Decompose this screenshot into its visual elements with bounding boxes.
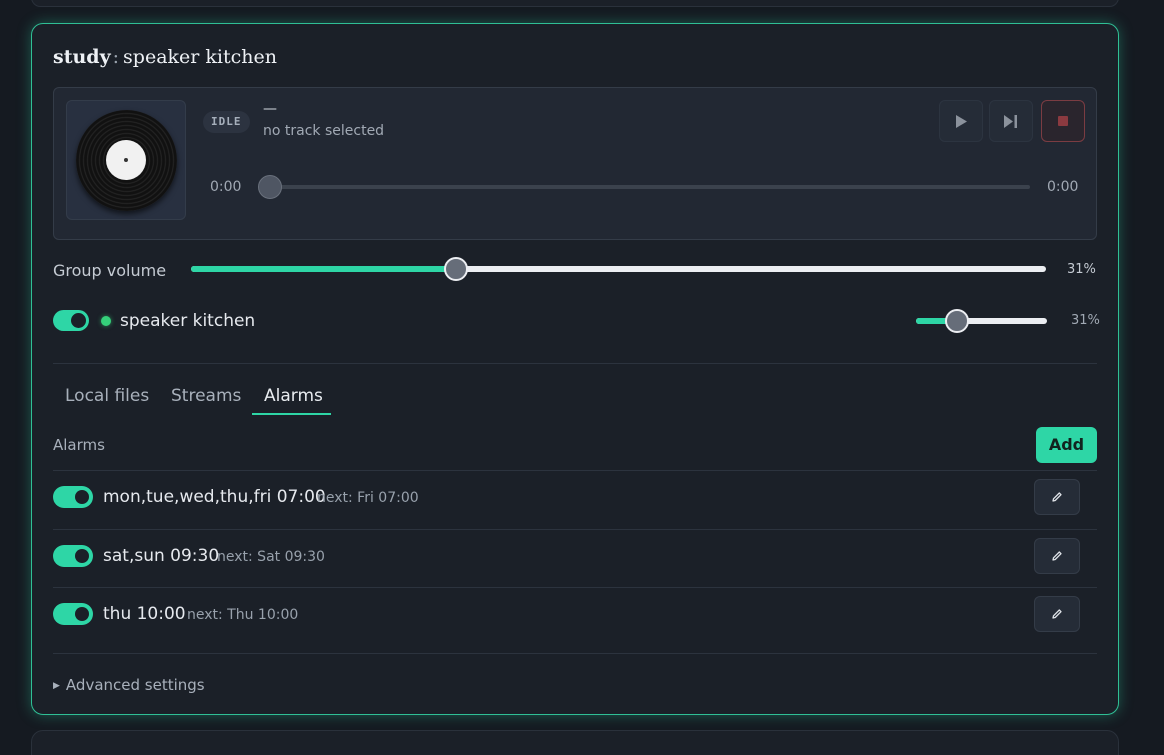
time-total: 0:00 — [1047, 179, 1079, 195]
alarm-enable-toggle[interactable] — [53, 545, 93, 567]
group-title: study: speaker kitchen — [53, 46, 277, 68]
divider — [53, 363, 1097, 364]
speaker-volume-value: 31% — [1071, 313, 1100, 328]
alarm-row: thu 10:00 next: Thu 10:00 — [53, 587, 1097, 645]
stop-button[interactable] — [1041, 100, 1085, 142]
previous-group-card — [31, 0, 1119, 7]
caret-right-icon: ▶ — [53, 681, 60, 691]
album-art — [66, 100, 186, 220]
alarm-next-run: next: Fri 07:00 — [317, 490, 419, 506]
alarm-enable-toggle[interactable] — [53, 486, 93, 508]
alarm-schedule: thu 10:00 — [103, 604, 186, 624]
tab-streams[interactable]: Streams — [171, 386, 241, 406]
tab-local-files[interactable]: Local files — [65, 386, 149, 406]
group-volume-handle[interactable] — [444, 257, 469, 281]
progress-handle[interactable] — [258, 175, 282, 199]
alarm-enable-toggle[interactable] — [53, 603, 93, 625]
track-title: — — [263, 101, 277, 117]
pencil-icon — [1052, 551, 1062, 561]
group-volume-label: Group volume — [53, 261, 167, 280]
alarm-row: sat,sun 09:30 next: Sat 09:30 — [53, 529, 1097, 587]
edit-alarm-button[interactable] — [1034, 596, 1080, 632]
advanced-settings-toggle[interactable]: ▶ Advanced settings — [53, 676, 205, 694]
group-volume-slider[interactable] — [191, 257, 1046, 281]
speaker-volume-handle[interactable] — [944, 309, 969, 333]
alarm-schedule: sat,sun 09:30 — [103, 546, 220, 566]
next-track-button[interactable] — [989, 100, 1033, 142]
stop-icon — [1058, 116, 1068, 126]
group-volume-value: 31% — [1067, 262, 1096, 277]
title-separator: : — [112, 46, 120, 68]
alarm-schedule: mon,tue,wed,thu,fri 07:00 — [103, 487, 326, 507]
active-tab-indicator — [252, 413, 331, 415]
play-icon — [956, 114, 967, 128]
vinyl-record-icon — [75, 109, 177, 211]
player-panel: IDLE — no track selected 0:00 0:00 — [53, 87, 1097, 240]
player-state-badge: IDLE — [203, 111, 250, 133]
speaker-enable-toggle[interactable] — [53, 310, 89, 331]
group-card: study: speaker kitchen IDLE — no track se… — [31, 23, 1119, 715]
track-subtitle: no track selected — [263, 123, 385, 139]
group-speaker-names: speaker kitchen — [123, 46, 277, 68]
alarms-heading: Alarms — [53, 436, 105, 454]
add-alarm-button[interactable]: Add — [1036, 427, 1097, 463]
group-room-name: study — [53, 46, 111, 68]
progress-slider[interactable] — [258, 175, 1030, 199]
next-group-card — [31, 730, 1119, 755]
pencil-icon — [1052, 609, 1062, 619]
time-elapsed: 0:00 — [210, 179, 242, 195]
advanced-settings-label: Advanced settings — [65, 676, 205, 694]
skip-next-icon — [1004, 114, 1017, 128]
speaker-online-indicator — [101, 316, 111, 326]
alarm-next-run: next: Sat 09:30 — [217, 549, 325, 565]
pencil-icon — [1052, 492, 1062, 502]
alarm-row: mon,tue,wed,thu,fri 07:00 next: Fri 07:0… — [53, 470, 1097, 528]
edit-alarm-button[interactable] — [1034, 479, 1080, 515]
edit-alarm-button[interactable] — [1034, 538, 1080, 574]
play-button[interactable] — [939, 100, 983, 142]
speaker-name: speaker kitchen — [120, 311, 256, 331]
alarm-next-run: next: Thu 10:00 — [187, 607, 299, 623]
speaker-volume-slider[interactable] — [916, 309, 1047, 333]
tab-alarms[interactable]: Alarms — [264, 386, 323, 406]
divider — [53, 653, 1097, 654]
group-volume-fill — [191, 266, 457, 272]
